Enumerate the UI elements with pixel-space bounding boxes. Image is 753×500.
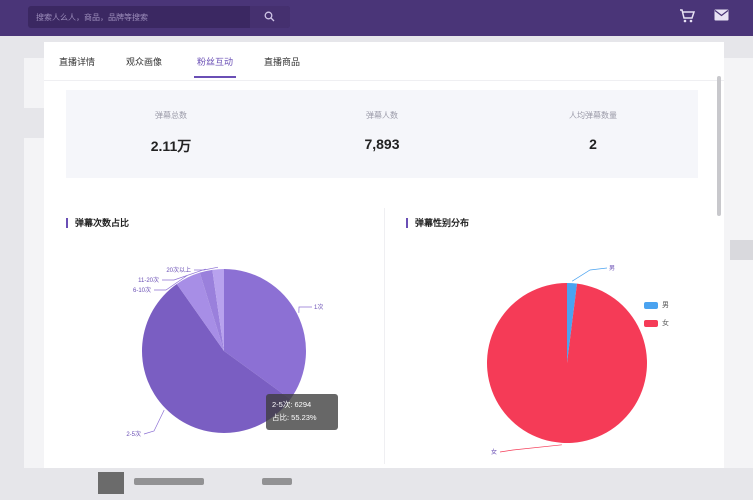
pie-slice-label: 女 (491, 448, 497, 456)
stat-value: 2.11万 (150, 138, 192, 154)
top-header (0, 0, 753, 36)
pie-slice-label: 男 (609, 265, 615, 272)
background-text (262, 478, 292, 485)
danmu-count-pie-chart: 1次 2-5次 6-10次 11-20次 20次以上 (126, 266, 323, 438)
search-box (28, 6, 290, 28)
pie-slice-label: 2-5次 (126, 430, 141, 438)
background-card (724, 58, 753, 468)
tooltip-line: 占比: 55.23% (272, 413, 317, 422)
chart-tooltip: 2-5次: 6294 占比: 55.23% (266, 394, 338, 430)
pie-label-line (143, 409, 165, 435)
pie-slice[interactable] (486, 283, 647, 443)
gender-pie-chart: 男女 (486, 265, 647, 456)
legend-item-female[interactable]: 女 (644, 318, 669, 328)
search-input[interactable] (36, 6, 246, 28)
pie-slice-label: 1次 (314, 303, 323, 311)
pie-label-line (499, 444, 562, 453)
tooltip-line: 2-5次: 6294 (272, 400, 312, 409)
tab-live-detail[interactable]: 直播详情 (59, 55, 95, 68)
active-tab-indicator (194, 76, 236, 78)
live-detail-modal: 直播详情 观众画像 粉丝互动 直播商品 弹幕总数 2.11万 弹幕人数 7,89… (44, 42, 724, 468)
mail-icon[interactable] (714, 9, 729, 21)
pie-label-line (571, 267, 608, 282)
stat-danmu-total: 弹幕总数 2.11万 (66, 90, 276, 178)
legend-label: 男 (662, 302, 669, 309)
background-row (730, 240, 753, 260)
search-icon (264, 11, 275, 22)
tab-fan-interaction[interactable]: 粉丝互动 (197, 55, 233, 68)
right-chart-title: 弹幕性别分布 (406, 218, 469, 228)
tab-live-products[interactable]: 直播商品 (264, 55, 300, 68)
pie-slice-label: 11-20次 (138, 276, 159, 284)
tab-bar: 直播详情 观众画像 粉丝互动 直播商品 (44, 42, 724, 81)
stat-label: 人均弹幕数量 (569, 111, 617, 120)
pie-slice-label: 6-10次 (133, 286, 151, 294)
search-button[interactable] (250, 6, 290, 28)
background-card (24, 58, 44, 108)
cart-icon[interactable] (679, 9, 695, 23)
legend-label: 女 (662, 320, 669, 327)
background-thumbnail (98, 472, 124, 494)
background-text (134, 478, 204, 485)
stat-danmu-average: 人均弹幕数量 2 (488, 90, 698, 178)
pie-label-line (298, 306, 312, 313)
stat-label: 弹幕人数 (366, 111, 398, 120)
stat-value: 2 (589, 136, 597, 152)
legend-swatch (644, 319, 658, 327)
stat-danmu-users: 弹幕人数 7,893 (277, 90, 487, 178)
legend-swatch (644, 301, 658, 309)
legend-item-male[interactable]: 男 (644, 300, 669, 310)
left-chart-title: 弹幕次数占比 (66, 218, 129, 228)
pie-slice-label: 20次以上 (166, 266, 191, 274)
stat-value: 7,893 (364, 136, 400, 152)
stat-label: 弹幕总数 (155, 111, 187, 120)
stats-panel: 弹幕总数 2.11万 弹幕人数 7,893 人均弹幕数量 2 (66, 90, 698, 178)
modal-scrollbar[interactable] (717, 76, 721, 216)
background-card (24, 138, 44, 468)
tab-audience-profile[interactable]: 观众画像 (126, 55, 162, 68)
